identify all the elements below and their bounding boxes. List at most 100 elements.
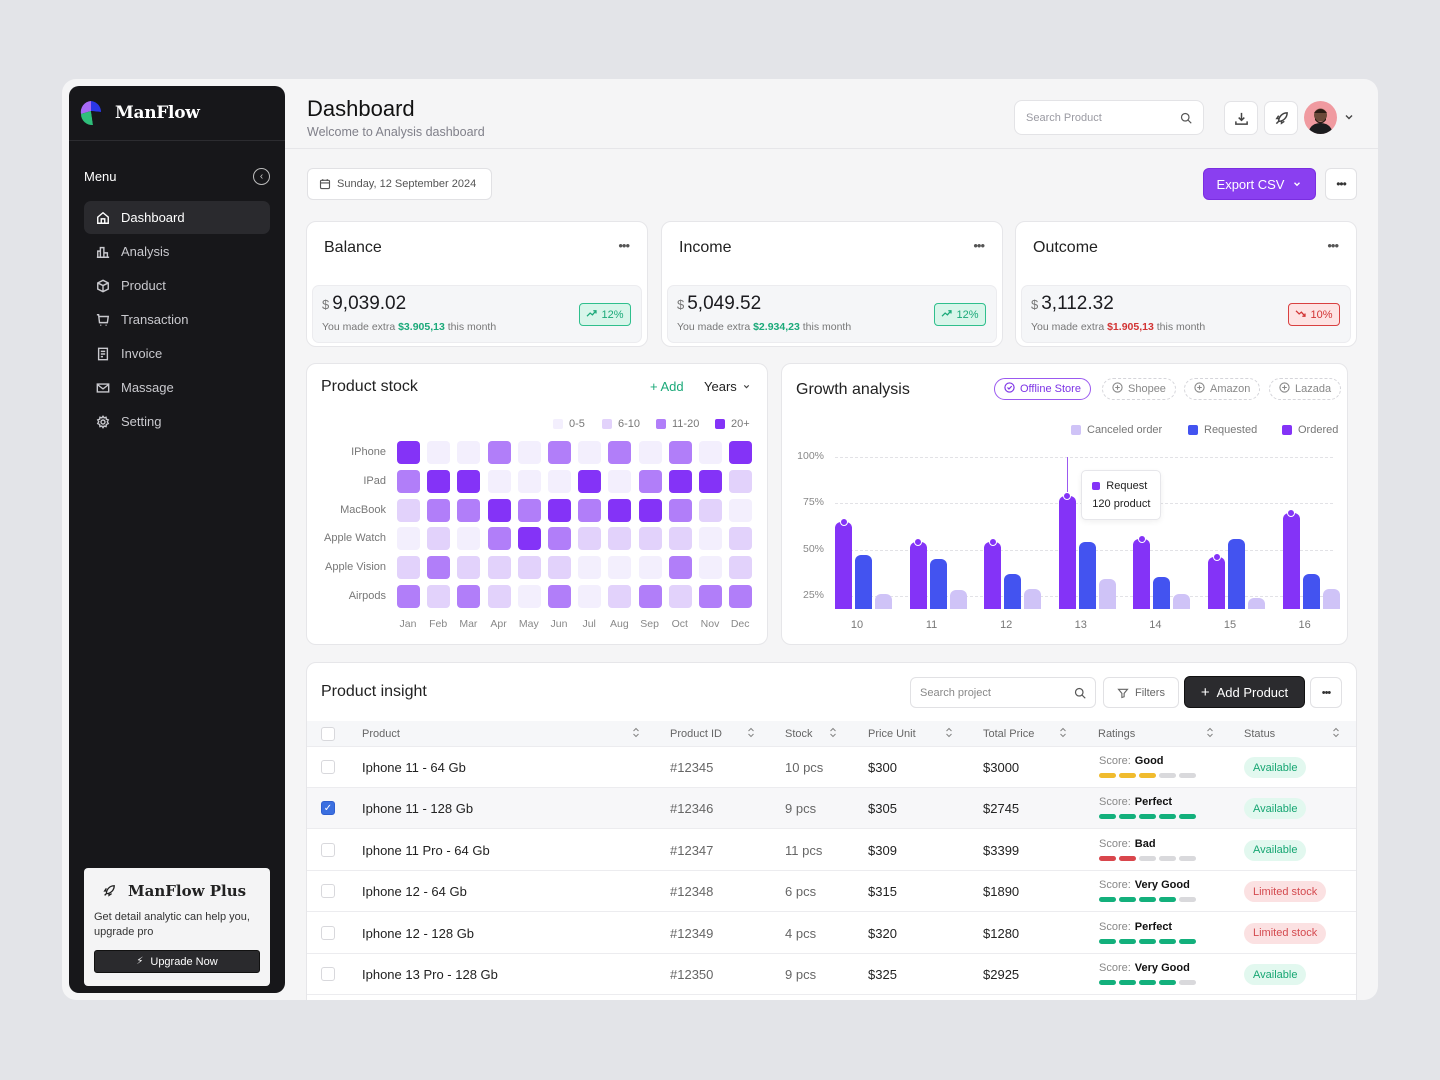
column-header-status[interactable]: Status xyxy=(1244,721,1275,747)
sort-icon[interactable] xyxy=(1332,727,1340,740)
bar-requested[interactable] xyxy=(929,558,947,609)
heatmap-cell[interactable] xyxy=(668,441,692,464)
heatmap-cell[interactable] xyxy=(578,498,602,522)
heatmap-cell[interactable] xyxy=(457,498,481,522)
bar-ordered[interactable] xyxy=(1208,557,1225,609)
heatmap-cell[interactable] xyxy=(487,585,511,608)
bar-requested[interactable] xyxy=(1302,573,1320,609)
chevron-down-icon[interactable] xyxy=(1343,111,1355,123)
heatmap-cell[interactable] xyxy=(487,527,511,551)
heatmap-cell[interactable] xyxy=(608,527,632,551)
select-all-checkbox[interactable] xyxy=(321,727,335,741)
collapse-sidebar-button[interactable]: ‹ xyxy=(253,168,270,185)
user-avatar[interactable] xyxy=(1304,101,1337,134)
heatmap-cell[interactable] xyxy=(548,498,571,522)
logo[interactable]: ManFlow xyxy=(69,86,285,141)
bar-requested[interactable] xyxy=(855,555,872,609)
heatmap-cell[interactable] xyxy=(668,527,692,551)
heatmap-cell[interactable] xyxy=(608,469,632,493)
bar-canceled-order[interactable] xyxy=(1322,588,1340,609)
heatmap-cell[interactable] xyxy=(397,585,420,608)
sort-icon[interactable] xyxy=(1059,727,1067,740)
bar-ordered[interactable] xyxy=(835,521,852,609)
sort-icon[interactable] xyxy=(747,727,755,740)
sidebar-item-setting[interactable]: Setting xyxy=(84,405,270,438)
filters-button[interactable]: Filters xyxy=(1103,677,1179,708)
upgrade-now-button[interactable]: ⚡︎ Upgrade Now xyxy=(94,950,260,973)
bar-canceled-order[interactable] xyxy=(1173,594,1191,609)
heatmap-cell[interactable] xyxy=(699,469,722,493)
column-header-product-id[interactable]: Product ID xyxy=(670,721,722,747)
row-checkbox[interactable]: ✓ xyxy=(321,801,335,816)
heatmap-cell[interactable] xyxy=(578,527,602,551)
heatmap-cell[interactable] xyxy=(638,441,662,464)
heatmap-cell[interactable] xyxy=(578,556,602,580)
bar-ordered[interactable] xyxy=(1133,538,1151,609)
sort-icon[interactable] xyxy=(945,727,953,740)
bar-requested[interactable] xyxy=(1078,542,1096,609)
heatmap-cell[interactable] xyxy=(487,469,511,493)
sort-icon[interactable] xyxy=(829,727,837,740)
bar-ordered[interactable] xyxy=(1282,512,1300,609)
table-row[interactable]: Iphone 11 - 64 Gb #12345 10 pcs $300 $3000 Sc… xyxy=(307,747,1356,788)
heatmap-cell[interactable] xyxy=(699,556,722,580)
heatmap-cell[interactable] xyxy=(548,441,571,464)
heatmap-cell[interactable] xyxy=(457,585,481,608)
sort-icon[interactable] xyxy=(632,727,640,740)
column-header-product[interactable]: Product xyxy=(362,721,400,747)
heatmap-cell[interactable] xyxy=(517,556,541,580)
bar-canceled-order[interactable] xyxy=(1248,597,1265,609)
search-project-input[interactable]: Search project xyxy=(910,677,1096,708)
heatmap-cell[interactable] xyxy=(487,556,511,580)
sidebar-item-dashboard[interactable]: Dashboard xyxy=(84,201,270,234)
sidebar-item-invoice[interactable]: Invoice xyxy=(84,337,270,370)
heatmap-cell[interactable] xyxy=(638,585,662,608)
row-checkbox[interactable] xyxy=(321,842,335,857)
add-stock-button[interactable]: + Add xyxy=(650,379,684,394)
bar-ordered[interactable] xyxy=(909,542,927,609)
row-checkbox[interactable] xyxy=(321,760,335,774)
period-select[interactable]: Years xyxy=(704,379,751,394)
heatmap-cell[interactable] xyxy=(668,498,692,522)
heatmap-cell[interactable] xyxy=(427,441,451,464)
heatmap-cell[interactable] xyxy=(427,556,451,580)
heatmap-cell[interactable] xyxy=(608,498,632,522)
table-row[interactable]: Iphone 12 - 128 Gb #12349 4 pcs $320 $1280 Sc… xyxy=(307,913,1356,954)
heatmap-cell[interactable] xyxy=(517,441,541,464)
table-row[interactable]: Iphone 13 Pro - 128 Gb #12350 9 pcs $325 $29… xyxy=(307,954,1356,995)
heatmap-cell[interactable] xyxy=(517,469,541,493)
bar-requested[interactable] xyxy=(1228,538,1245,609)
channel-filter-amazon[interactable]: Amazon xyxy=(1184,378,1261,400)
heatmap-cell[interactable] xyxy=(397,469,420,493)
heatmap-cell[interactable] xyxy=(729,556,753,580)
bar-requested[interactable] xyxy=(1153,577,1171,609)
sidebar-item-product[interactable]: Product xyxy=(84,269,270,302)
column-header-ratings[interactable]: Ratings xyxy=(1098,721,1135,747)
heatmap-cell[interactable] xyxy=(548,585,571,608)
heatmap-cell[interactable] xyxy=(517,498,541,522)
column-header-stock[interactable]: Stock xyxy=(785,721,813,747)
heatmap-cell[interactable] xyxy=(608,556,632,580)
bar-canceled-order[interactable] xyxy=(875,594,892,609)
sidebar-item-massage[interactable]: Massage xyxy=(84,371,270,404)
table-row[interactable]: ✓ Iphone 11 - 128 Gb #12346 9 pcs $305 $2745 S… xyxy=(307,788,1356,830)
card-more-button[interactable]: ••• xyxy=(618,238,630,253)
table-row[interactable]: Iphone 12 - 64 Gb #12348 6 pcs $315 $1890 Sco… xyxy=(307,871,1356,913)
bar-canceled-order[interactable] xyxy=(949,590,967,609)
card-more-button[interactable]: ••• xyxy=(1327,238,1339,253)
heatmap-cell[interactable] xyxy=(729,441,753,464)
heatmap-cell[interactable] xyxy=(457,441,481,464)
heatmap-cell[interactable] xyxy=(548,527,571,551)
heatmap-cell[interactable] xyxy=(699,585,722,608)
heatmap-cell[interactable] xyxy=(608,441,632,464)
heatmap-cell[interactable] xyxy=(397,527,420,551)
heatmap-cell[interactable] xyxy=(397,556,420,580)
heatmap-cell[interactable] xyxy=(397,498,420,522)
heatmap-cell[interactable] xyxy=(638,469,662,493)
heatmap-cell[interactable] xyxy=(638,527,662,551)
heatmap-cell[interactable] xyxy=(729,498,753,522)
heatmap-cell[interactable] xyxy=(578,469,602,493)
heatmap-cell[interactable] xyxy=(699,498,722,522)
heatmap-cell[interactable] xyxy=(427,585,451,608)
heatmap-cell[interactable] xyxy=(668,585,692,608)
